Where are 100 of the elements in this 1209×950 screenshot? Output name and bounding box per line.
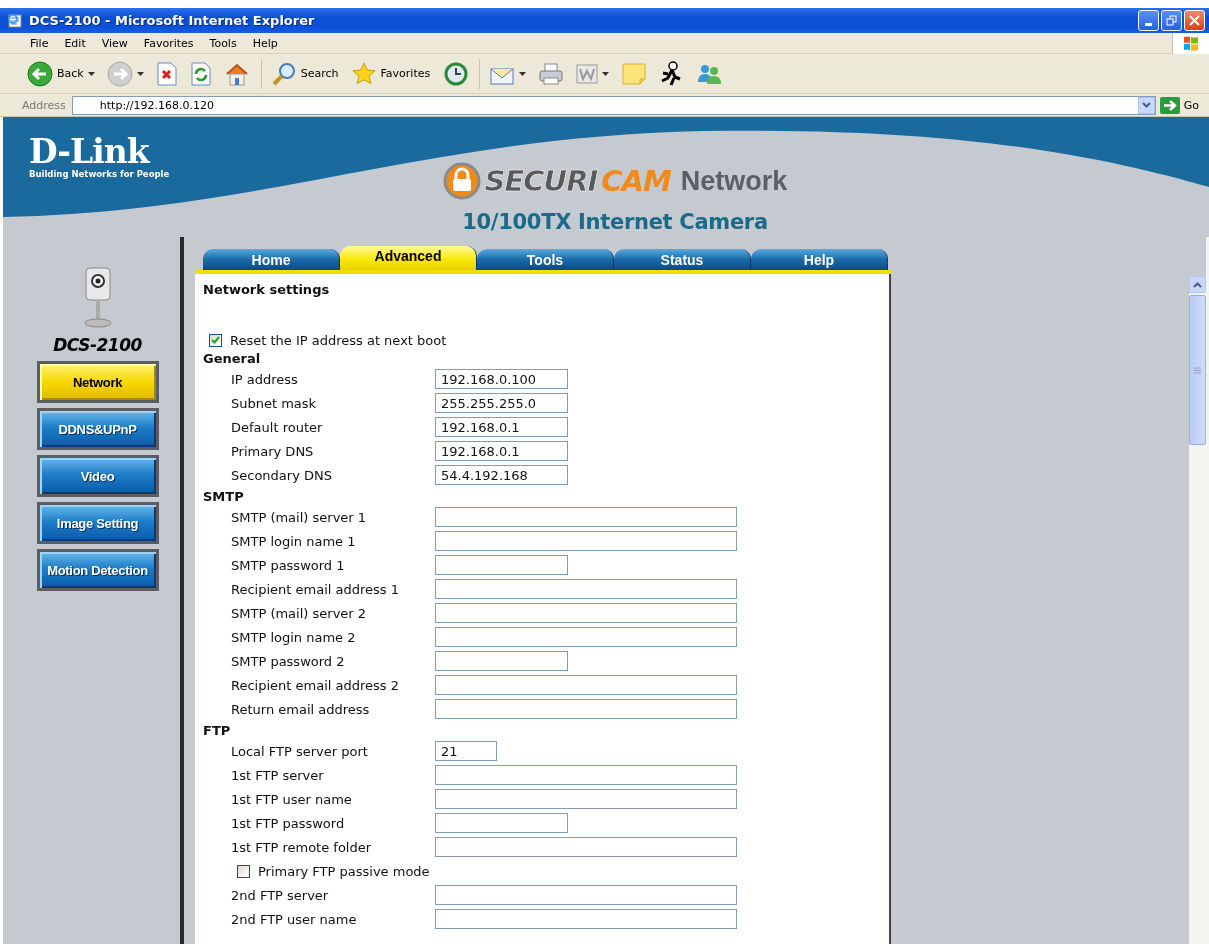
text-field[interactable]: 54.4.192.168 bbox=[435, 465, 568, 485]
sticky-note-icon bbox=[621, 61, 648, 86]
field-label: SMTP (mail) server 2 bbox=[231, 605, 368, 621]
address-label: Address bbox=[22, 98, 66, 112]
section-heading: FTP bbox=[203, 721, 232, 739]
side-menu-button[interactable]: Video bbox=[36, 455, 159, 497]
tagline: Building Networks for People bbox=[29, 169, 170, 179]
section-heading: SMTP bbox=[203, 487, 245, 505]
menu-item[interactable]: File bbox=[22, 34, 57, 52]
side-menu-button[interactable]: Network bbox=[36, 361, 159, 403]
product-subtitle: 10/100TX Internet Camera bbox=[462, 210, 768, 234]
text-field[interactable] bbox=[435, 699, 737, 719]
minimize-button[interactable] bbox=[1138, 10, 1159, 31]
checkbox-label: Reset the IP address at next boot bbox=[230, 332, 447, 348]
field-label: IP address bbox=[231, 371, 299, 387]
text-field[interactable]: 192.168.0.1 bbox=[435, 441, 568, 461]
text-field[interactable]: 192.168.0.1 bbox=[435, 417, 568, 437]
field-label: Local FTP server port bbox=[231, 743, 369, 759]
field-label: 1st FTP remote folder bbox=[231, 839, 373, 855]
field-label: Return email address bbox=[231, 701, 371, 717]
chevron-down-icon bbox=[1141, 102, 1151, 108]
field-label: 1st FTP user name bbox=[231, 791, 353, 807]
field-label: 2nd FTP server bbox=[231, 887, 330, 903]
checkbox[interactable] bbox=[209, 333, 222, 347]
text-field[interactable] bbox=[435, 885, 737, 905]
menu-item[interactable]: Favorites bbox=[135, 34, 202, 52]
side-menu-button[interactable]: DDNS&UPnP bbox=[36, 408, 159, 450]
text-field[interactable] bbox=[435, 507, 737, 527]
window-title: DCS-2100 - Microsoft Internet Explorer bbox=[29, 13, 316, 28]
field-label: SMTP password 1 bbox=[231, 557, 346, 573]
close-icon bbox=[1189, 15, 1200, 26]
printer-icon bbox=[538, 61, 565, 86]
brand-logo: D-Link bbox=[29, 135, 149, 169]
text-field[interactable] bbox=[435, 813, 568, 833]
search-button[interactable]: Search bbox=[265, 58, 344, 89]
menu-item[interactable]: Help bbox=[244, 34, 286, 52]
text-field[interactable]: 21 bbox=[435, 741, 497, 761]
text-field[interactable] bbox=[435, 837, 737, 857]
address-field[interactable]: http://192.168.0.120 bbox=[71, 95, 1156, 115]
tab[interactable]: Advanced bbox=[340, 246, 477, 270]
tab[interactable]: Tools bbox=[477, 249, 614, 270]
text-field[interactable] bbox=[435, 579, 737, 599]
checkbox[interactable] bbox=[237, 864, 250, 878]
logo-word: CAM bbox=[601, 164, 671, 198]
checkbox-label: Primary FTP passive mode bbox=[258, 863, 430, 879]
go-button[interactable]: Go bbox=[1159, 96, 1199, 114]
document-arrows-icon bbox=[189, 61, 212, 86]
minimize-icon bbox=[1145, 22, 1152, 26]
text-field[interactable] bbox=[435, 651, 568, 671]
field-label: Recipient email address 2 bbox=[231, 677, 400, 693]
text-field[interactable] bbox=[435, 675, 737, 695]
restore-button[interactable] bbox=[1161, 10, 1182, 31]
field-label: SMTP login name 1 bbox=[231, 533, 357, 549]
field-label: SMTP login name 2 bbox=[231, 629, 357, 645]
menu-item[interactable]: Tools bbox=[201, 34, 245, 52]
text-field[interactable]: 255.255.255.0 bbox=[435, 393, 568, 413]
section-heading: General bbox=[203, 349, 262, 367]
browser-icon bbox=[8, 12, 24, 29]
menu-item[interactable]: Edit bbox=[56, 34, 94, 52]
scroll-up-button[interactable] bbox=[1189, 276, 1206, 293]
favorites-button[interactable]: Favorites bbox=[345, 58, 436, 89]
field-label: Secondary DNS bbox=[231, 467, 333, 483]
field-label: Subnet mask bbox=[231, 395, 318, 411]
field-label: 1st FTP server bbox=[231, 767, 325, 783]
tab[interactable]: Home bbox=[203, 249, 340, 270]
dropdown-button[interactable] bbox=[1137, 96, 1155, 114]
text-field[interactable] bbox=[435, 765, 737, 785]
side-menu-button[interactable]: Image Setting bbox=[36, 502, 159, 544]
text-field[interactable] bbox=[435, 531, 737, 551]
back-button[interactable]: Back bbox=[22, 58, 100, 89]
text-field[interactable] bbox=[435, 555, 568, 575]
logo-word: SECURI bbox=[484, 164, 598, 198]
clock-icon bbox=[442, 60, 469, 87]
tab[interactable]: Status bbox=[614, 249, 751, 270]
model-name: DCS-2100 bbox=[53, 335, 142, 355]
text-field[interactable] bbox=[435, 909, 737, 929]
field-label: Primary DNS bbox=[231, 443, 315, 459]
document-w-icon bbox=[576, 63, 599, 84]
chevron-up-icon bbox=[1193, 281, 1202, 288]
grip-icon bbox=[1194, 366, 1201, 374]
field-label: 1st FTP password bbox=[231, 815, 346, 831]
scrollbar-thumb[interactable] bbox=[1189, 295, 1206, 445]
field-label: SMTP password 2 bbox=[231, 653, 346, 669]
logo-word: Network bbox=[680, 165, 788, 197]
field-label: 2nd FTP user name bbox=[231, 911, 358, 927]
star-icon bbox=[350, 60, 377, 87]
text-field[interactable] bbox=[435, 603, 737, 623]
close-button[interactable] bbox=[1184, 10, 1205, 31]
field-label: SMTP (mail) server 1 bbox=[231, 509, 368, 525]
text-field[interactable] bbox=[435, 789, 737, 809]
side-menu-button[interactable]: Motion Detection bbox=[36, 549, 159, 591]
panel-title: Network settings bbox=[203, 282, 330, 297]
document-x-icon bbox=[155, 61, 178, 86]
windows-flag-icon bbox=[1182, 35, 1200, 51]
tab[interactable]: Help bbox=[751, 249, 888, 270]
menu-item[interactable]: View bbox=[93, 34, 136, 52]
text-field[interactable]: 192.168.0.100 bbox=[435, 369, 568, 389]
text-field[interactable] bbox=[435, 627, 737, 647]
field-label: Default router bbox=[231, 419, 324, 435]
field-label: Recipient email address 1 bbox=[231, 581, 400, 597]
